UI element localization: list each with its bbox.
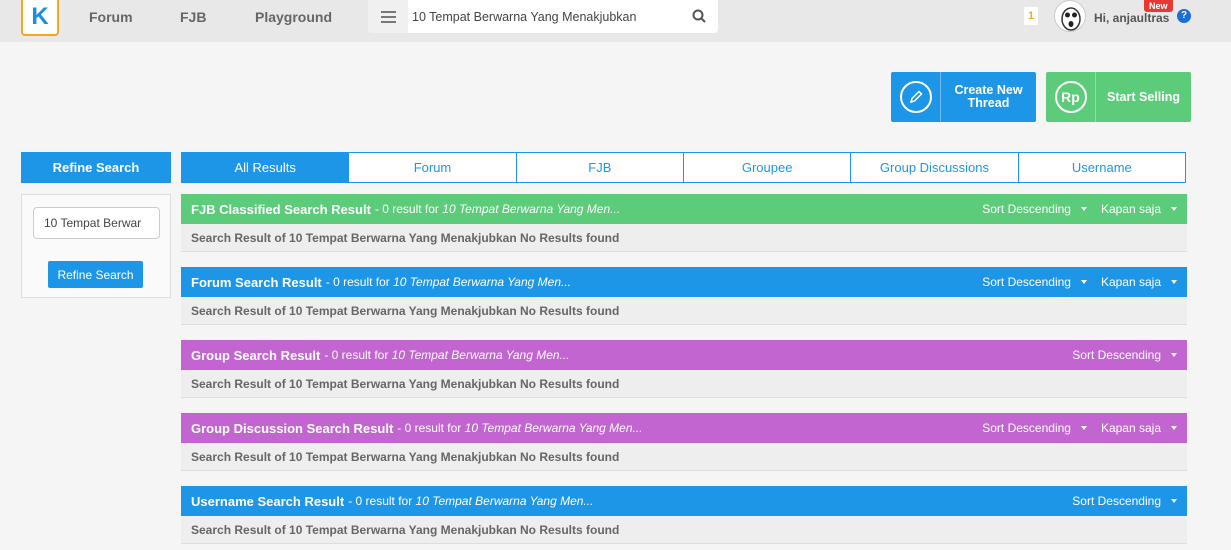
- section-header: Username Search Result - 0 result for 10…: [181, 486, 1187, 516]
- start-selling-button[interactable]: Rp Start Selling: [1046, 72, 1191, 122]
- section-meta: - 0 result for 10 Tempat Berwarna Yang M…: [348, 494, 594, 508]
- refine-search-button[interactable]: Refine Search: [48, 261, 143, 288]
- group-discussion-result-section: Group Discussion Search Result - 0 resul…: [181, 413, 1187, 471]
- logo-letter: K: [31, 3, 49, 30]
- section-body: Search Result of 10 Tempat Berwarna Yang…: [181, 370, 1187, 398]
- hamburger-menu-icon[interactable]: [368, 0, 408, 33]
- tab-all-results[interactable]: All Results: [181, 152, 350, 183]
- section-title: FJB Classified Search Result: [191, 201, 371, 217]
- tab-group-discussions[interactable]: Group Discussions: [850, 152, 1019, 183]
- section-body: Search Result of 10 Tempat Berwarna Yang…: [181, 297, 1187, 325]
- refine-search-panel: Refine Search: [21, 194, 171, 298]
- sort-dropdown[interactable]: Sort Descending: [982, 275, 1087, 289]
- result-tabs: All Results Forum FJB Groupee Group Disc…: [181, 152, 1186, 183]
- nav-playground[interactable]: Playground: [255, 9, 332, 25]
- sort-dropdown[interactable]: Sort Descending: [982, 421, 1087, 435]
- section-title: Group Search Result: [191, 347, 321, 363]
- avatar[interactable]: [1054, 0, 1086, 32]
- caret-down-icon: [1171, 426, 1177, 430]
- section-meta: - 0 result for 10 Tempat Berwarna Yang M…: [397, 421, 643, 435]
- caret-down-icon: [1171, 353, 1177, 357]
- new-badge: New: [1144, 0, 1173, 12]
- start-selling-label: Start Selling: [1107, 89, 1180, 104]
- top-navbar: K Forum FJB Playground 1 Hi, anjaultras …: [0, 0, 1231, 42]
- section-body: Search Result of 10 Tempat Berwarna Yang…: [181, 224, 1187, 252]
- sort-dropdown[interactable]: Sort Descending: [1072, 494, 1177, 508]
- fjb-result-section: FJB Classified Search Result - 0 result …: [181, 194, 1187, 252]
- search-input[interactable]: [412, 6, 682, 27]
- caret-down-icon: [1080, 280, 1087, 284]
- nav-forum[interactable]: Forum: [89, 9, 133, 25]
- sort-dropdown[interactable]: Sort Descending: [982, 202, 1087, 216]
- pencil-icon: [891, 72, 941, 122]
- section-title: Username Search Result: [191, 493, 345, 509]
- time-dropdown[interactable]: Kapan saja: [1101, 275, 1177, 289]
- username-result-section: Username Search Result - 0 result for 10…: [181, 486, 1187, 544]
- caret-down-icon: [1171, 207, 1177, 211]
- tab-fjb[interactable]: FJB: [515, 152, 684, 183]
- section-body: Search Result of 10 Tempat Berwarna Yang…: [181, 443, 1187, 471]
- caret-down-icon: [1171, 280, 1177, 284]
- tab-groupee[interactable]: Groupee: [682, 152, 852, 183]
- section-title: Group Discussion Search Result: [191, 420, 394, 436]
- search-icon[interactable]: [692, 9, 706, 23]
- group-result-section: Group Search Result - 0 result for 10 Te…: [181, 340, 1187, 398]
- time-dropdown[interactable]: Kapan saja: [1101, 202, 1177, 216]
- section-meta: - 0 result for 10 Tempat Berwarna Yang M…: [325, 275, 572, 289]
- section-header: Group Search Result - 0 result for 10 Te…: [181, 340, 1187, 370]
- section-header: FJB Classified Search Result - 0 result …: [181, 194, 1187, 224]
- kaskus-logo[interactable]: K: [21, 0, 59, 36]
- create-thread-button[interactable]: Create New Thread: [891, 72, 1036, 122]
- caret-down-icon: [1171, 499, 1177, 503]
- refine-search-title: Refine Search: [21, 152, 171, 183]
- sort-dropdown[interactable]: Sort Descending: [1072, 348, 1177, 362]
- section-title: Forum Search Result: [191, 274, 322, 290]
- tab-username[interactable]: Username: [1017, 152, 1186, 183]
- notification-badge[interactable]: 1: [1024, 7, 1038, 25]
- section-meta: - 0 result for 10 Tempat Berwarna Yang M…: [324, 348, 570, 362]
- section-body: Search Result of 10 Tempat Berwarna Yang…: [181, 516, 1187, 544]
- refine-search-input[interactable]: [33, 207, 160, 239]
- nav-fjb[interactable]: FJB: [180, 9, 206, 25]
- caret-down-icon: [1080, 426, 1087, 430]
- search-bar: [368, 0, 718, 33]
- avatar-face-icon: [1061, 7, 1081, 31]
- help-icon[interactable]: ?: [1177, 9, 1191, 23]
- user-greeting[interactable]: Hi, anjaultras: [1094, 11, 1169, 25]
- forum-result-section: Forum Search Result - 0 result for 10 Te…: [181, 267, 1187, 325]
- time-dropdown[interactable]: Kapan saja: [1101, 421, 1177, 435]
- section-header: Forum Search Result - 0 result for 10 Te…: [181, 267, 1187, 297]
- tab-forum[interactable]: Forum: [348, 152, 517, 183]
- section-header: Group Discussion Search Result - 0 resul…: [181, 413, 1187, 443]
- rupiah-icon: Rp: [1046, 72, 1096, 122]
- caret-down-icon: [1080, 207, 1087, 211]
- section-meta: - 0 result for 10 Tempat Berwarna Yang M…: [374, 202, 621, 216]
- create-thread-label: Create New Thread: [954, 83, 1023, 110]
